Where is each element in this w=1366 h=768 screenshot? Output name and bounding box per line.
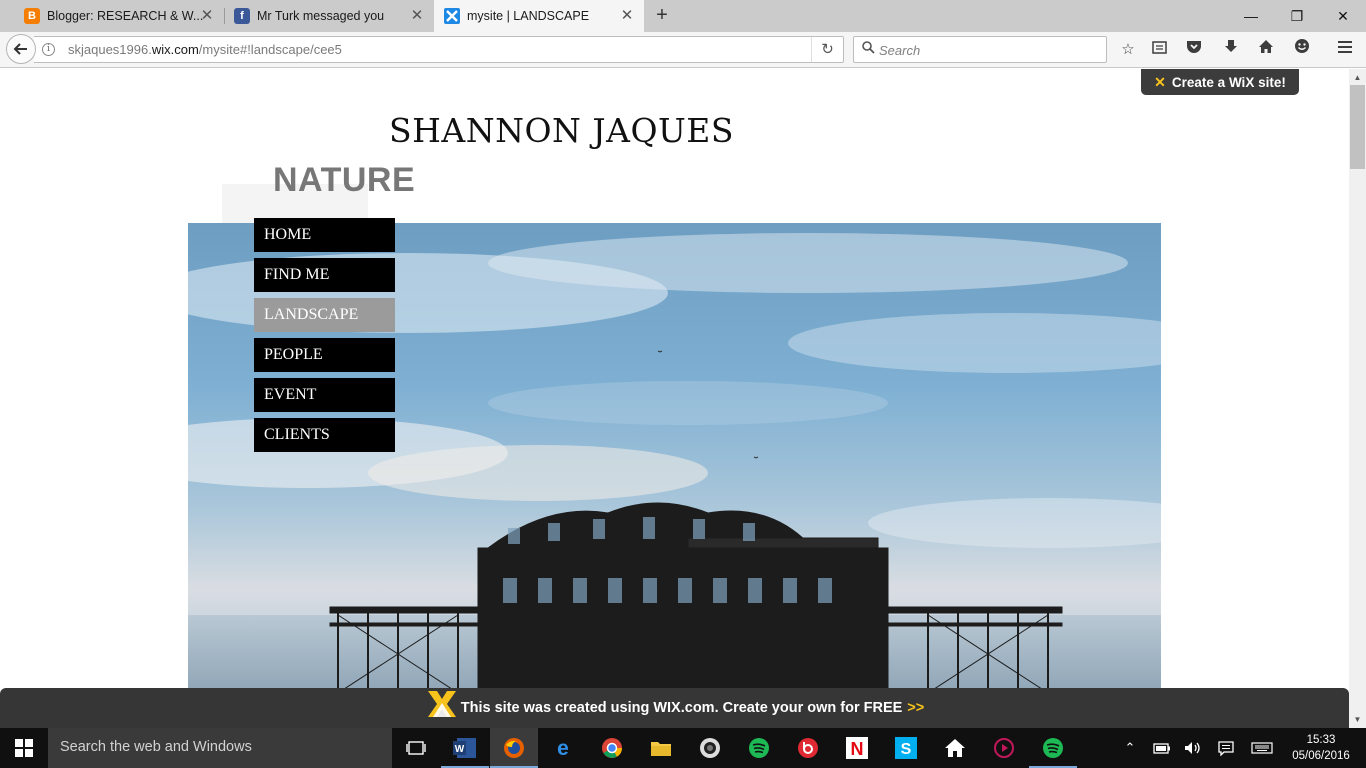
hello-chat-icon[interactable] [1290, 38, 1314, 62]
wix-logo-icon [427, 691, 456, 717]
search-box[interactable] [853, 36, 1107, 63]
arrow-left-icon [13, 43, 27, 55]
firefox-icon[interactable] [490, 728, 538, 768]
clock-time: 15:33 [1306, 734, 1336, 746]
back-button[interactable] [6, 34, 36, 64]
url-domain: wix.com [151, 42, 199, 57]
url-prefix: skjaques1996. [68, 42, 152, 57]
skype-icon[interactable]: S [882, 728, 930, 768]
wix-banner-text: This site was created using WIX.com. Cre… [461, 700, 924, 716]
window-close-button[interactable]: ✕ [1320, 0, 1366, 32]
bookmark-star-icon[interactable]: ☆ [1116, 38, 1140, 62]
blogger-icon: B [24, 8, 40, 24]
tab-mysite[interactable]: mysite | LANDSCAPE ✕ [434, 0, 644, 32]
page-content: ✕ Create a WiX site! SHANNON JAQUES NATU… [0, 69, 1349, 688]
page-subtitle: NATURE [273, 161, 416, 199]
windows-logo-icon [15, 739, 33, 757]
new-tab-button[interactable]: + [652, 5, 672, 26]
tab-blogger[interactable]: B Blogger: RESEARCH & W... ✕ [0, 0, 224, 32]
url-text[interactable]: skjaques1996.wix.com/mysite#!landscape/c… [68, 42, 342, 57]
tab-title: mysite | LANDSCAPE [467, 9, 590, 23]
scrollbar-thumb[interactable] [1350, 85, 1365, 169]
reading-list-icon[interactable] [1147, 38, 1171, 62]
clock-date: 05/06/2016 [1292, 750, 1350, 762]
battery-icon[interactable] [1150, 728, 1174, 768]
windows-taskbar: Search the web and Windows W e N S ⌃ 15:… [0, 728, 1366, 768]
screen: B Blogger: RESEARCH & W... ✕ f Mr Turk m… [0, 0, 1366, 768]
menu-item-people[interactable]: PEOPLE [254, 338, 395, 372]
beats-music-icon[interactable] [784, 728, 832, 768]
close-icon[interactable]: ✕ [619, 8, 635, 24]
svg-text:S: S [901, 741, 912, 758]
menu-item-find-me[interactable]: FIND ME [254, 258, 395, 292]
site-menu: HOME FIND ME LANDSCAPE PEOPLE EVENT CLIE… [254, 218, 395, 458]
minimize-button[interactable]: — [1228, 0, 1274, 32]
restore-button[interactable]: ❐ [1274, 0, 1320, 32]
menu-item-clients[interactable]: CLIENTS [254, 418, 395, 452]
address-bar[interactable]: i skjaques1996.wix.com/mysite#!landscape… [34, 36, 844, 63]
spotify-icon-2[interactable] [1029, 728, 1077, 768]
word-icon[interactable]: W [441, 728, 489, 768]
search-input[interactable] [879, 41, 1099, 59]
task-view-icon[interactable] [392, 728, 440, 768]
keyboard-icon[interactable] [1249, 728, 1275, 768]
wix-footer-banner[interactable]: This site was created using WIX.com. Cre… [0, 688, 1349, 728]
camera-app-icon[interactable] [686, 728, 734, 768]
taskbar-search-box[interactable]: Search the web and Windows [48, 728, 392, 768]
site-title: SHANNON JAQUES [389, 111, 735, 150]
tab-title: Mr Turk messaged you [257, 9, 385, 23]
edge-icon[interactable]: e [539, 728, 587, 768]
download-icon[interactable] [1219, 38, 1243, 62]
wix-banner-message: This site was created using WIX.com. Cre… [460, 700, 903, 716]
spotify-icon[interactable] [735, 728, 783, 768]
vertical-scrollbar[interactable]: ▲ ▼ [1349, 69, 1366, 728]
scroll-up-icon[interactable]: ▲ [1349, 69, 1366, 86]
chrome-icon[interactable] [588, 728, 636, 768]
url-path: /mysite#!landscape/cee5 [198, 42, 342, 57]
reload-icon[interactable]: ↻ [811, 37, 843, 62]
home-icon[interactable] [1254, 38, 1278, 62]
info-icon[interactable]: i [42, 43, 55, 56]
home-app-icon[interactable] [931, 728, 979, 768]
menu-item-event[interactable]: EVENT [254, 378, 395, 412]
groove-music-icon[interactable] [980, 728, 1028, 768]
taskbar-search-placeholder: Search the web and Windows [60, 739, 252, 755]
start-button[interactable] [0, 728, 48, 768]
close-icon[interactable]: ✕ [409, 8, 425, 24]
file-explorer-icon[interactable] [637, 728, 685, 768]
wix-logo-icon: ✕ [1154, 73, 1166, 90]
wix-icon [444, 8, 460, 24]
wix-banner-link[interactable]: >> [907, 700, 924, 716]
create-wix-site-button[interactable]: ✕ Create a WiX site! [1141, 69, 1299, 95]
facebook-icon: f [234, 8, 250, 24]
action-center-icon[interactable] [1214, 728, 1238, 768]
scroll-down-icon[interactable]: ▼ [1349, 711, 1366, 728]
svg-text:W: W [455, 744, 465, 755]
menu-item-home[interactable]: HOME [254, 218, 395, 252]
volume-icon[interactable] [1181, 728, 1205, 768]
pocket-icon[interactable] [1182, 38, 1206, 62]
netflix-icon[interactable]: N [833, 728, 881, 768]
menu-item-landscape[interactable]: LANDSCAPE [254, 298, 395, 332]
svg-text:e: e [557, 737, 569, 759]
taskbar-clock[interactable]: 15:33 05/06/2016 [1282, 732, 1360, 764]
chevron-up-icon[interactable]: ⌃ [1118, 728, 1142, 768]
hamburger-menu-icon[interactable] [1333, 38, 1357, 62]
tab-facebook[interactable]: f Mr Turk messaged you ✕ [210, 0, 434, 32]
search-icon [862, 41, 875, 57]
create-wix-site-label: Create a WiX site! [1171, 74, 1286, 90]
navigation-toolbar: i skjaques1996.wix.com/mysite#!landscape… [0, 32, 1366, 68]
tab-strip: B Blogger: RESEARCH & W... ✕ f Mr Turk m… [0, 0, 1366, 32]
svg-text:N: N [851, 739, 864, 759]
tab-title: Blogger: RESEARCH & W... [47, 9, 204, 23]
